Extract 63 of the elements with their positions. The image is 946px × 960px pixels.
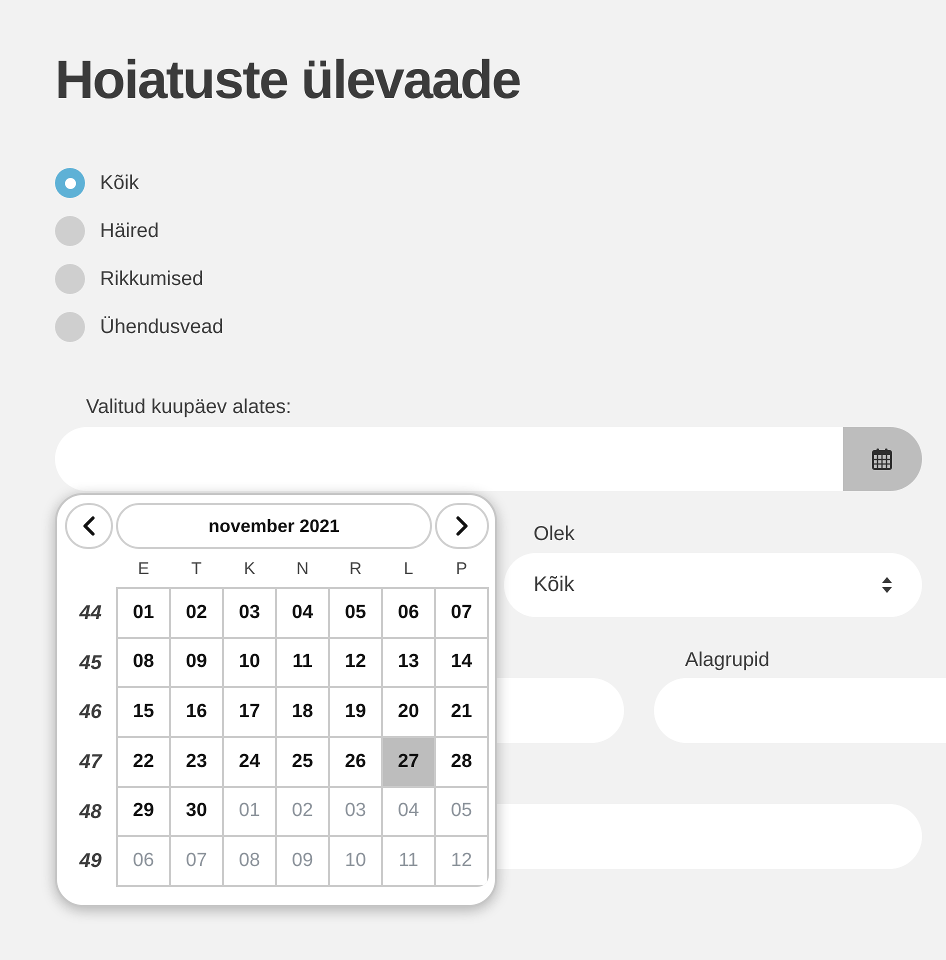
calendar-day[interactable]: 08 [118, 638, 169, 686]
weekday-label: R [349, 559, 362, 579]
calendar-day[interactable]: 14 [436, 638, 487, 686]
month-title-button[interactable]: november 2021 [116, 503, 432, 549]
field-label: Valitud kuupäev alates: [86, 397, 292, 417]
calendar-day[interactable]: 07 [436, 589, 487, 637]
calendar-day[interactable]: 22 [118, 738, 169, 786]
calendar-day[interactable]: 06 [383, 589, 434, 637]
field-label: Alagrupid [685, 650, 770, 670]
calendar-day[interactable]: 29 [118, 788, 169, 836]
calendar-day[interactable]: 27 [383, 738, 434, 786]
sort-arrows-icon [882, 577, 892, 593]
calendar-day[interactable]: 15 [118, 688, 169, 736]
calendar-day[interactable]: 16 [171, 688, 222, 736]
chevron-right-icon [456, 516, 468, 536]
calendar-day[interactable]: 24 [224, 738, 275, 786]
calendar-day[interactable]: 28 [436, 738, 487, 786]
weekday-label: E [138, 559, 150, 579]
week-number: 45 [79, 652, 102, 674]
calendar-day[interactable]: 01 [118, 589, 169, 637]
date-input-field[interactable] [55, 427, 843, 491]
calendar-day[interactable]: 20 [383, 688, 434, 736]
week-number: 44 [79, 602, 102, 624]
chevron-left-icon [83, 516, 95, 536]
input-field[interactable] [497, 678, 624, 743]
calendar-day[interactable]: 11 [277, 638, 328, 686]
calendar-day[interactable]: 19 [330, 688, 381, 736]
weekday-label: T [191, 559, 202, 579]
calendar-day[interactable]: 18 [277, 688, 328, 736]
field-label: Olek [534, 524, 575, 544]
calendar-day[interactable]: 09 [171, 638, 222, 686]
filter-option[interactable]: Rikkumised [55, 264, 204, 294]
calendar-day[interactable]: 26 [330, 738, 381, 786]
calendar-day[interactable]: 23 [171, 738, 222, 786]
calendar-icon [872, 448, 892, 470]
filter-option[interactable]: Häired [55, 216, 159, 246]
filter-option[interactable]: Kõik [55, 168, 139, 198]
weekday-label: N [296, 559, 309, 579]
calendar-button[interactable] [843, 427, 922, 491]
week-number: 49 [79, 850, 102, 872]
calendar-day[interactable]: 30 [171, 788, 222, 836]
weekday-label: L [404, 559, 414, 579]
calendar-day[interactable]: 04 [277, 589, 328, 637]
calendar-day[interactable]: 10 [224, 638, 275, 686]
page-title: Hoiatuste ülevaade [55, 49, 520, 112]
calendar-day[interactable]: 13 [383, 638, 434, 686]
filter-option[interactable]: Ühendusvead [55, 312, 224, 342]
calendar-day[interactable]: 25 [277, 738, 328, 786]
week-number: 46 [79, 701, 102, 724]
calendar-day[interactable]: 21 [436, 688, 487, 736]
previous-month-button[interactable] [65, 503, 113, 549]
week-number: 48 [79, 800, 102, 823]
next-month-button[interactable] [435, 503, 489, 549]
calendar-day[interactable]: 12 [330, 638, 381, 686]
status-select[interactable]: Kõik [504, 553, 922, 617]
calendar-day[interactable]: 17 [224, 688, 275, 736]
calendar-day[interactable]: 03 [224, 589, 275, 637]
week-number: 47 [79, 750, 102, 773]
weekday-label: K [244, 559, 256, 579]
calendar-day[interactable]: 02 [171, 589, 222, 637]
weekday-label: P [456, 559, 468, 579]
calendar-day[interactable]: 05 [330, 589, 381, 637]
input-field[interactable] [497, 804, 922, 869]
